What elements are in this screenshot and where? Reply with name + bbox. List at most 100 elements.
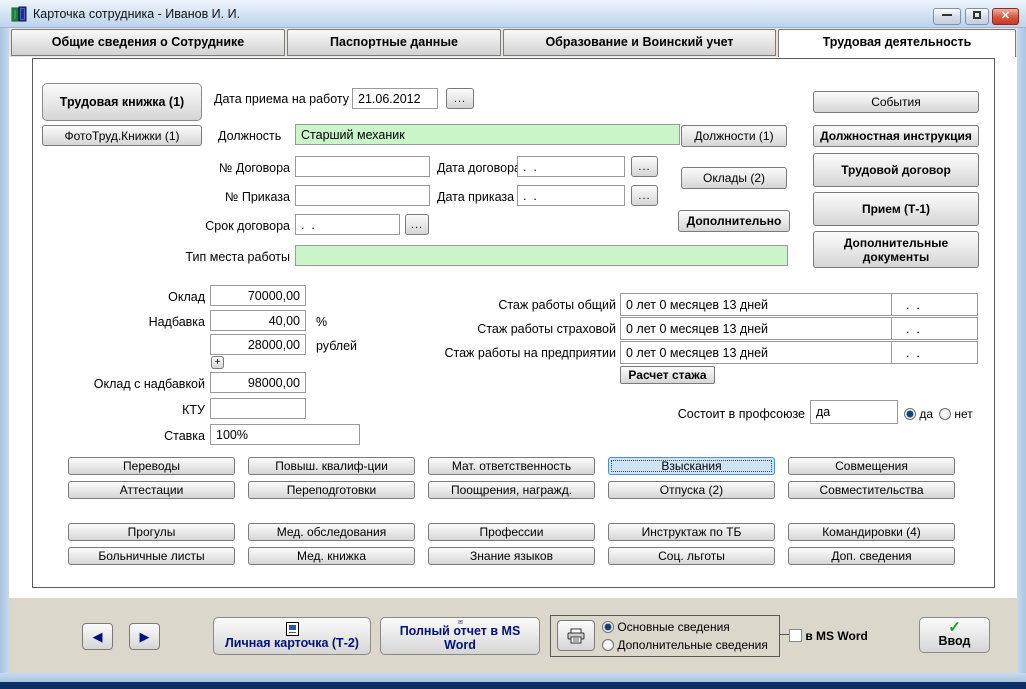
checkbox-icon xyxy=(789,629,802,642)
sick-leaves-button[interactable]: Больничные листы xyxy=(68,547,235,565)
secondary-jobs-button[interactable]: Совместительства xyxy=(788,481,955,499)
print-button[interactable] xyxy=(557,620,595,651)
experience-insured-date-input[interactable] xyxy=(891,317,978,340)
full-report-button[interactable]: Полный отчет в MS Word xyxy=(380,617,540,655)
union-no-radio[interactable]: нет xyxy=(939,407,973,421)
salary-input[interactable] xyxy=(210,285,306,306)
employee-card-window: Карточка сотрудника - Иванов И. И. ✕ Общ… xyxy=(0,0,1026,689)
union-input[interactable] xyxy=(810,400,898,424)
medical-exams-button[interactable]: Мед. обследования xyxy=(248,523,415,541)
order-date-input[interactable] xyxy=(517,185,625,206)
msword-checkbox-label: в MS Word xyxy=(805,629,868,643)
radio-off-icon xyxy=(602,639,614,651)
qualification-upgrade-button[interactable]: Повыш. квалиф-ции xyxy=(248,457,415,475)
rubles-unit-label: рублей xyxy=(316,339,358,353)
hire-date-picker-button[interactable]: ... xyxy=(446,88,474,109)
next-record-button[interactable]: ▶ xyxy=(129,623,160,650)
vacations-button[interactable]: Отпуска (2) xyxy=(608,481,775,499)
attestations-button[interactable]: Аттестации xyxy=(68,481,235,499)
labor-contract-button[interactable]: Трудовой договор xyxy=(813,153,979,187)
tab-general-info[interactable]: Общие сведения о Сотруднике xyxy=(11,29,285,56)
hire-date-label: Дата приема на работу xyxy=(214,92,350,106)
tab-passport-data[interactable]: Паспортные данные xyxy=(287,29,501,56)
workplace-type-input[interactable] xyxy=(295,245,788,266)
absences-button[interactable]: Прогулы xyxy=(68,523,235,541)
close-icon: ✕ xyxy=(1000,10,1011,22)
ktu-input[interactable] xyxy=(210,398,306,419)
left-arrow-icon: ◀ xyxy=(92,628,103,644)
experience-company-date-input[interactable] xyxy=(891,341,978,364)
experience-total-input[interactable] xyxy=(620,293,892,316)
experience-total-label: Стаж работы общий xyxy=(498,298,616,312)
experience-insured-input[interactable] xyxy=(620,317,892,340)
additional-info-button[interactable]: Доп. сведения xyxy=(788,547,955,565)
minimize-button[interactable] xyxy=(933,8,961,25)
workplace-type-label: Тип места работы xyxy=(185,250,290,264)
retraining-button[interactable]: Переподготовки xyxy=(248,481,415,499)
order-number-input[interactable] xyxy=(295,185,430,206)
contract-term-picker-button[interactable]: ... xyxy=(405,214,429,235)
tab-work-activity[interactable]: Трудовая деятельность xyxy=(778,29,1016,58)
business-trips-button[interactable]: Командировки (4) xyxy=(788,523,955,541)
union-yes-radio[interactable]: да xyxy=(904,407,933,421)
positions-list-button[interactable]: Должности (1) xyxy=(681,125,787,147)
contract-term-label: Срок договора xyxy=(205,219,290,233)
safety-training-button[interactable]: Инструктаж по ТБ xyxy=(608,523,775,541)
printer-icon xyxy=(567,628,585,643)
contract-number-input[interactable] xyxy=(295,156,430,177)
tab-strip: Общие сведения о Сотруднике Паспортные д… xyxy=(9,28,1017,58)
add-bonus-button[interactable]: + xyxy=(211,356,224,369)
rate-input[interactable] xyxy=(210,424,360,445)
work-book-button[interactable]: Трудовая книжка (1) xyxy=(42,83,202,121)
experience-total-date-input[interactable] xyxy=(891,293,978,316)
bonus-rubles-input[interactable] xyxy=(210,334,306,355)
photo-work-book-button[interactable]: ФотоТруд.Книжки (1) xyxy=(42,125,202,146)
languages-button[interactable]: Знание языков xyxy=(428,547,595,565)
experience-company-input[interactable] xyxy=(620,341,892,364)
tab-education-military[interactable]: Образование и Воинский учет xyxy=(503,29,776,56)
events-button[interactable]: События xyxy=(813,91,979,113)
print-main-label: Основные сведения xyxy=(617,620,730,634)
salaries-list-button[interactable]: Оклады (2) xyxy=(681,167,787,189)
social-benefits-button[interactable]: Соц. льготы xyxy=(608,547,775,565)
awards-button[interactable]: Поощрения, награжд. xyxy=(428,481,595,499)
personal-card-button[interactable]: Личная карточка (Т-2) xyxy=(213,617,371,655)
full-report-label: Полный отчет в MS Word xyxy=(399,624,521,652)
minimize-icon xyxy=(942,14,952,16)
hiring-t1-button[interactable]: Прием (Т-1) xyxy=(813,192,979,226)
material-liability-button[interactable]: Мат. ответственность xyxy=(428,457,595,475)
prev-record-button[interactable]: ◀ xyxy=(82,623,113,650)
print-main-radio[interactable]: Основные сведения xyxy=(602,620,730,634)
personal-card-label: Личная карточка (Т-2) xyxy=(225,636,359,650)
professions-button[interactable]: Профессии xyxy=(428,523,595,541)
close-button[interactable]: ✕ xyxy=(992,8,1019,25)
radio-on-icon xyxy=(602,621,614,633)
transfers-button[interactable]: Переводы xyxy=(68,457,235,475)
combined-positions-button[interactable]: Совмещения xyxy=(788,457,955,475)
medical-book-button[interactable]: Мед. книжка xyxy=(248,547,415,565)
position-input[interactable] xyxy=(295,124,680,145)
connector-line xyxy=(780,634,789,635)
window-frame-left xyxy=(0,28,9,673)
additional-documents-button[interactable]: Дополнительные документы xyxy=(813,231,979,268)
salary-total-input[interactable] xyxy=(210,372,306,393)
window-frame-bottom xyxy=(0,673,1026,682)
contract-date-picker-button[interactable]: ... xyxy=(631,156,658,177)
print-additional-radio[interactable]: Дополнительные сведения xyxy=(602,638,768,652)
order-date-picker-button[interactable]: ... xyxy=(631,185,658,206)
contract-term-input[interactable] xyxy=(295,214,400,235)
hire-date-input[interactable] xyxy=(352,88,438,109)
enter-button[interactable]: ✓ Ввод xyxy=(919,617,990,653)
radio-on-icon xyxy=(904,408,916,420)
penalties-button[interactable]: Взыскания xyxy=(608,457,775,475)
contract-date-input[interactable] xyxy=(517,156,625,177)
window-title: Карточка сотрудника - Иванов И. И. xyxy=(33,7,241,21)
job-description-button[interactable]: Должностная инструкция xyxy=(813,125,979,147)
maximize-button[interactable] xyxy=(965,8,989,25)
calc-experience-button[interactable]: Расчет стажа xyxy=(620,366,715,384)
bonus-percent-input[interactable] xyxy=(210,310,306,331)
rate-label: Ставка xyxy=(164,429,205,443)
additional-button[interactable]: Дополнительно xyxy=(678,210,790,232)
msword-checkbox[interactable]: в MS Word xyxy=(789,629,868,643)
contract-date-label: Дата договора xyxy=(437,161,521,175)
